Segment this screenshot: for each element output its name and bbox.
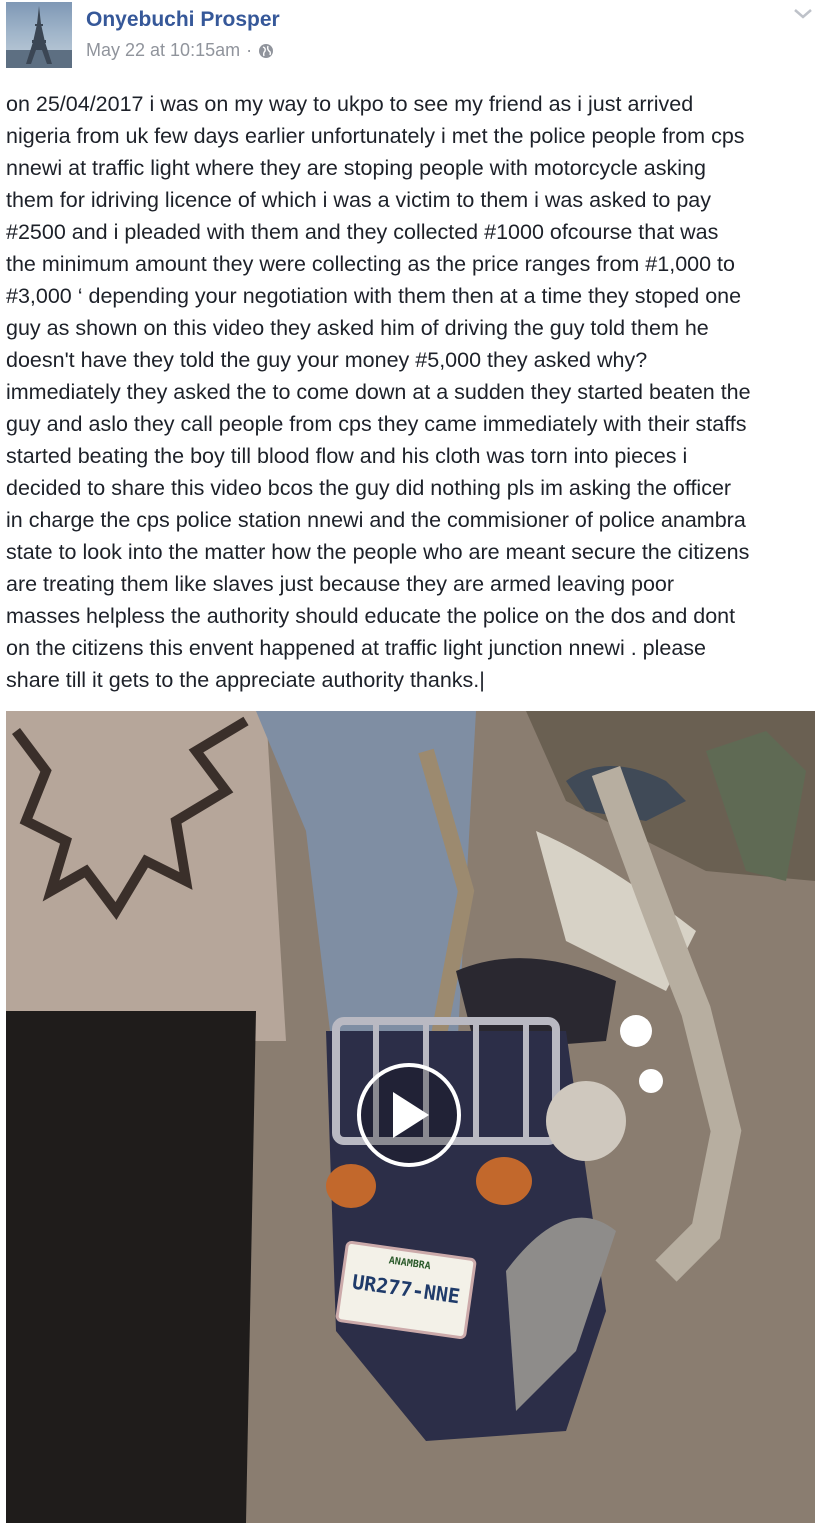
play-icon (393, 1092, 429, 1138)
meta-separator: · (246, 40, 253, 60)
avatar[interactable] (6, 2, 72, 68)
author-name[interactable]: Onyebuchi Prosper (86, 8, 280, 32)
chevron-down-icon[interactable] (792, 6, 814, 22)
post-header: Onyebuchi Prosper May 22 at 10:15am · (6, 2, 826, 72)
video-player[interactable]: ANAMBRA UR277-NNE (6, 711, 815, 1523)
post-meta: May 22 at 10:15am · (86, 40, 274, 61)
play-button[interactable] (357, 1063, 461, 1167)
post-timestamp[interactable]: May 22 at 10:15am (86, 40, 240, 61)
eiffel-tower-image (6, 6, 72, 68)
globe-icon[interactable] (258, 43, 274, 59)
post-text: on 25/04/2017 i was on my way to ukpo to… (6, 92, 751, 692)
